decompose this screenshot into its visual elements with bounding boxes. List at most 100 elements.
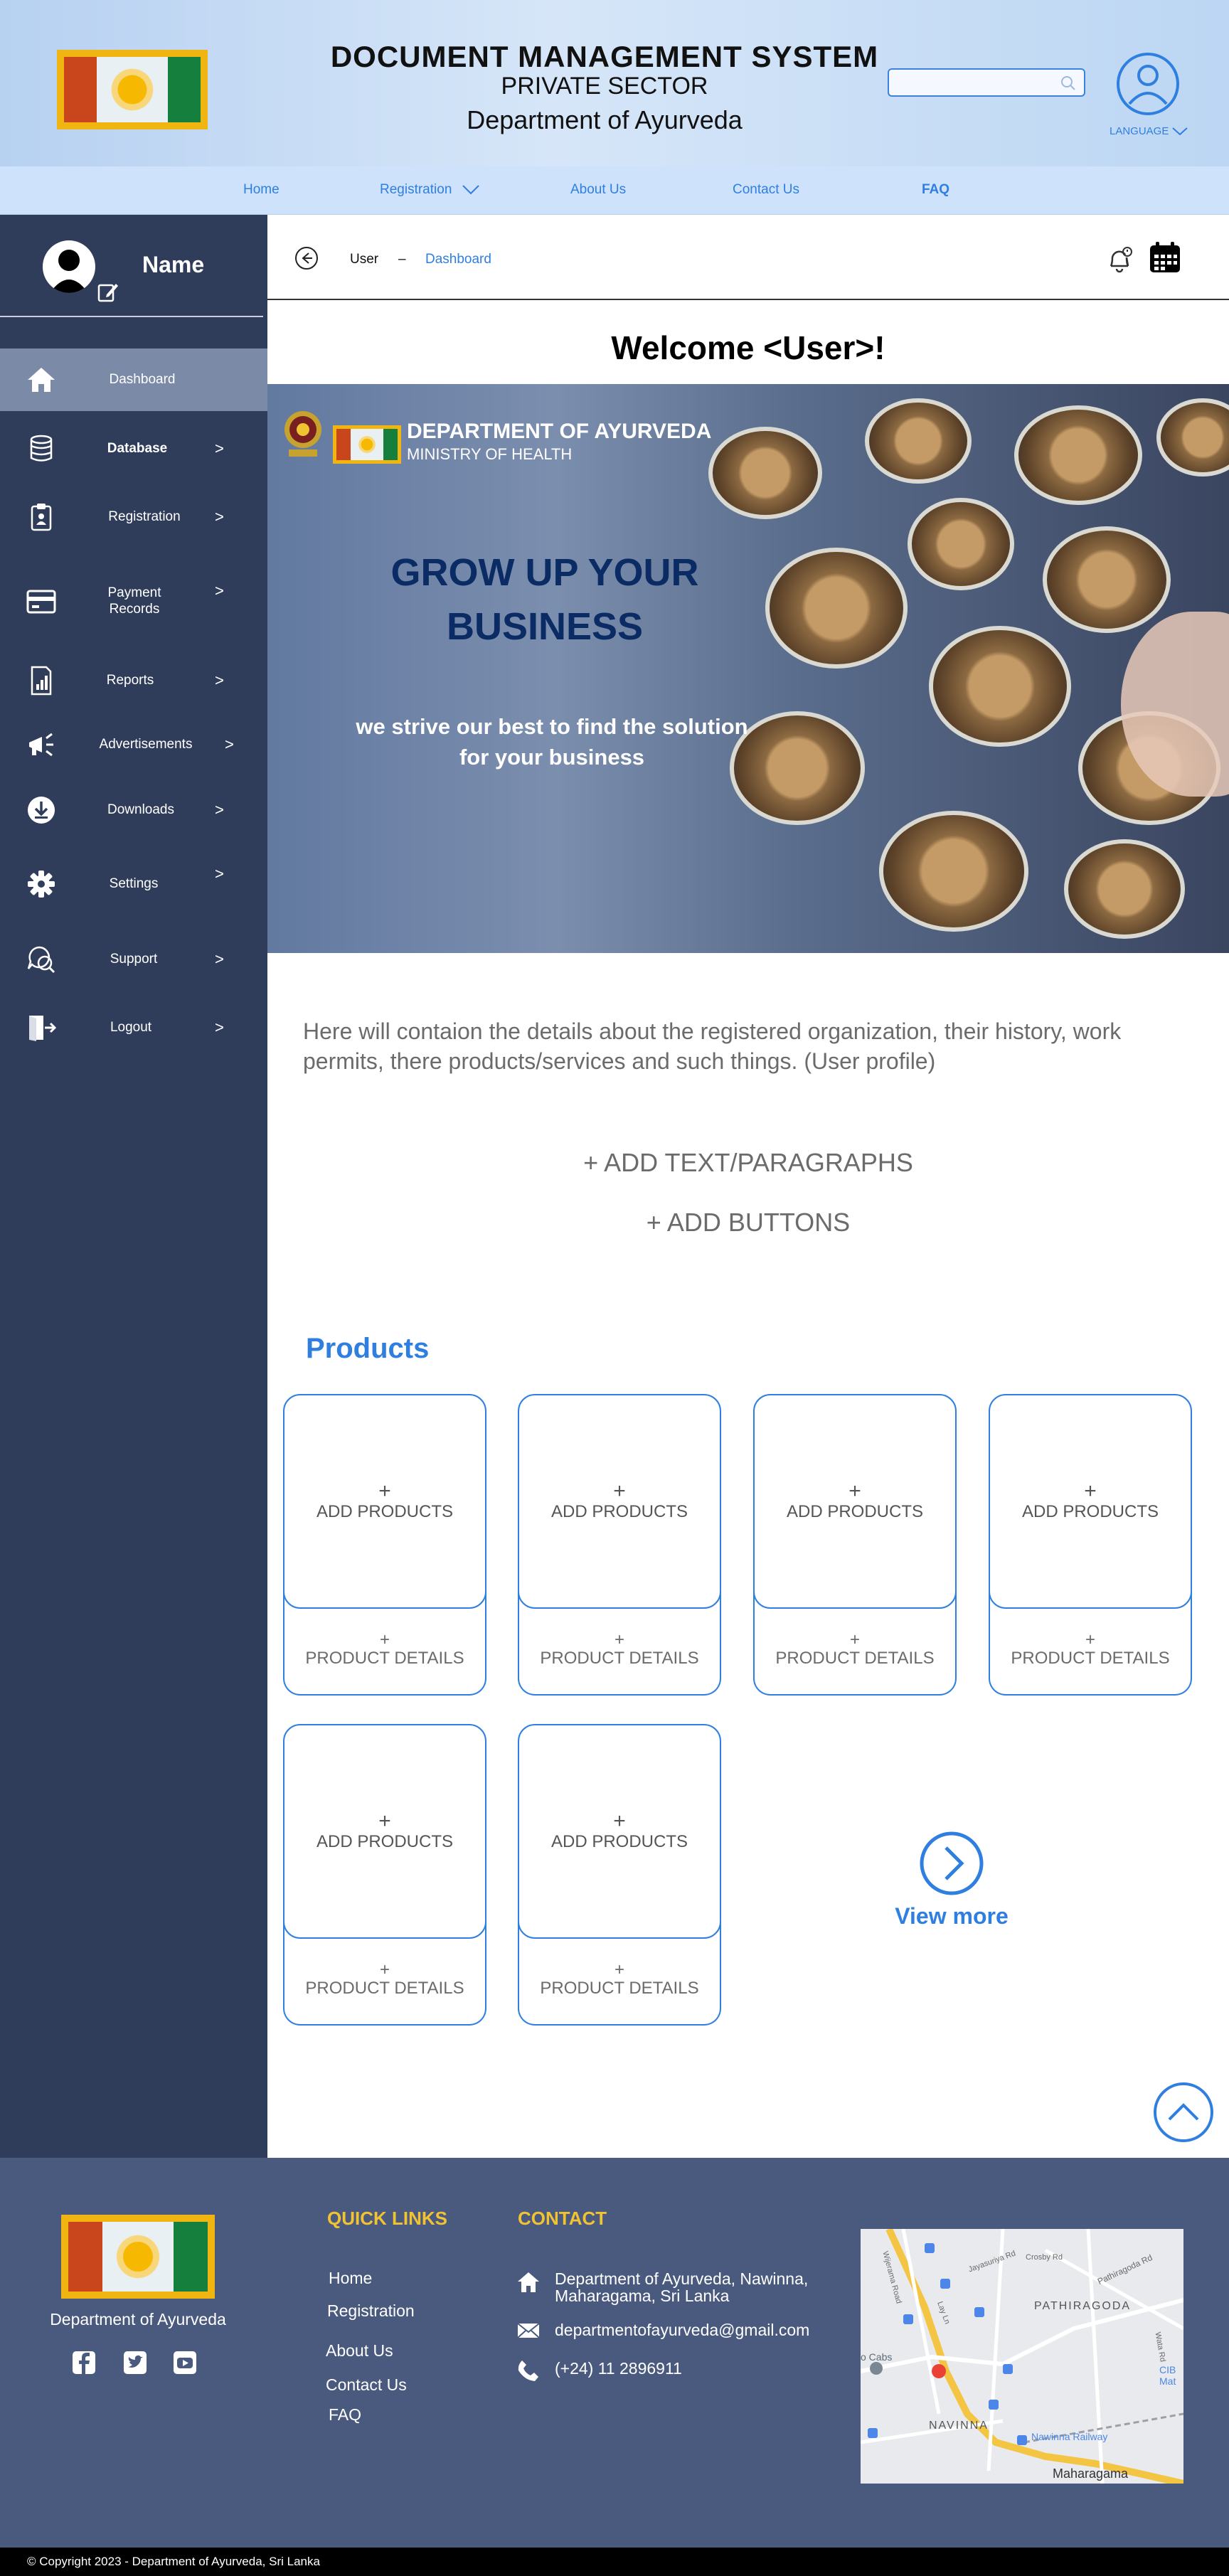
product-card: + ADD PRODUCTS + PRODUCT DETAILS (283, 1724, 486, 2026)
add-product-button[interactable]: + ADD PRODUCTS (518, 1724, 721, 1939)
product-card: + ADD PRODUCTS + PRODUCT DETAILS (518, 1394, 721, 1696)
sidebar-item-downloads[interactable]: Downloads > (0, 794, 267, 826)
plus-icon: + (614, 1960, 624, 1979)
sidebar-item-label: Reports (106, 672, 154, 688)
chevron-down-icon (462, 185, 480, 195)
facebook-icon[interactable] (71, 2350, 97, 2375)
add-product-label: ADD PRODUCTS (550, 1502, 688, 1521)
nav-about[interactable]: About Us (570, 182, 626, 198)
footer-address-line2: Maharagama, Sri Lanka (555, 2287, 730, 2306)
sidebar-item-label: Dashboard (109, 371, 176, 387)
notification-bell-icon[interactable] (1104, 243, 1135, 275)
nav-faq[interactable]: FAQ (922, 182, 949, 198)
nav-contact[interactable]: Contact Us (733, 182, 799, 198)
add-buttons-button[interactable]: + ADD BUTTONS (267, 1208, 1229, 1238)
youtube-icon[interactable] (172, 2350, 198, 2375)
back-arrow-icon[interactable] (294, 246, 319, 270)
flag-logo (333, 425, 401, 464)
add-product-button[interactable]: + ADD PRODUCTS (989, 1394, 1192, 1609)
support-icon (26, 944, 57, 975)
footer-link-home[interactable]: Home (329, 2269, 372, 2288)
product-card: + ADD PRODUCTS + PRODUCT DETAILS (283, 1394, 486, 1696)
sidebar-item-settings[interactable]: Settings > (0, 865, 267, 900)
profile-name: Name (142, 252, 205, 277)
banner-dept: DEPARTMENT OF AYURVEDA (407, 420, 712, 443)
banner-decor (708, 427, 822, 519)
chevron-right-icon: > (215, 671, 224, 689)
breadcrumb-user[interactable]: User (350, 252, 378, 267)
add-product-button[interactable]: + ADD PRODUCTS (518, 1394, 721, 1609)
banner-tagline-line2: for your business (459, 745, 645, 770)
search-box[interactable] (888, 68, 1085, 97)
edit-icon[interactable] (97, 280, 119, 303)
banner-decor (1156, 398, 1229, 477)
plus-icon: + (378, 1479, 391, 1503)
scroll-to-top-icon[interactable] (1152, 2081, 1215, 2144)
chevron-down-icon (1172, 127, 1188, 135)
footer-link-faq[interactable]: FAQ (329, 2405, 361, 2425)
site-header: DOCUMENT MANAGEMENT SYSTEM PRIVATE SECTO… (0, 0, 1229, 166)
product-details-label: PRODUCT DETAILS (1011, 1649, 1170, 1668)
twitter-icon[interactable] (122, 2350, 148, 2375)
add-product-label: ADD PRODUCTS (316, 1832, 453, 1851)
add-product-button[interactable]: + ADD PRODUCTS (283, 1394, 486, 1609)
add-product-button[interactable]: + ADD PRODUCTS (753, 1394, 957, 1609)
map-label: o Cabs (861, 2351, 893, 2363)
chevron-right-circle-icon[interactable] (919, 1831, 984, 1896)
sidebar-item-dashboard[interactable]: Dashboard (0, 348, 267, 411)
banner-headline-line1: GROW UP YOUR (390, 551, 699, 594)
add-text-button[interactable]: + ADD TEXT/PARAGRAPHS (267, 1148, 1229, 1178)
system-subtitle: PRIVATE SECTOR (501, 73, 708, 100)
footer-email[interactable]: departmentofayurveda@gmail.com (555, 2321, 809, 2338)
chevron-right-icon: > (215, 440, 224, 457)
contact-heading: CONTACT (518, 2208, 607, 2229)
sidebar-item-registration[interactable]: Registration > (0, 501, 267, 533)
chevron-right-icon: > (215, 1018, 224, 1036)
sidebar-item-advertisements[interactable]: Advertisements > (0, 728, 267, 761)
chevron-right-icon: > (225, 735, 234, 753)
location-map[interactable]: Wijerama Road Jayasuriya Rd Crosby Rd Pa… (861, 2229, 1183, 2484)
database-icon (26, 433, 57, 464)
sidebar-item-label: Support (110, 951, 158, 967)
email-icon (517, 2323, 540, 2338)
site-footer: Department of Ayurveda QUICK LINKS Home … (0, 2158, 1229, 2548)
footer-link-about[interactable]: About Us (326, 2341, 393, 2361)
sidebar-item-label: Settings (109, 875, 159, 891)
sidebar-item-label: Advertisements (99, 736, 193, 752)
chevron-right-icon: > (215, 950, 224, 968)
sidebar-item-support[interactable]: Support > (0, 943, 267, 976)
view-more-link[interactable]: View more (889, 1903, 1014, 1930)
calendar-icon[interactable] (1148, 240, 1182, 275)
banner-decor (765, 548, 908, 669)
product-details-label: PRODUCT DETAILS (775, 1649, 935, 1668)
sidebar-item-logout[interactable]: Logout > (0, 1011, 267, 1044)
add-product-label: ADD PRODUCTS (786, 1502, 923, 1521)
sidebar-item-reports[interactable]: Reports > (0, 664, 267, 697)
registration-icon (26, 501, 57, 533)
footer-link-registration[interactable]: Registration (327, 2301, 415, 2321)
footer-link-contact[interactable]: Contact Us (326, 2375, 407, 2395)
footer-address-line1: Department of Ayurveda, Nawinna, (555, 2269, 809, 2288)
banner-decor (908, 498, 1014, 590)
language-selector[interactable]: LANGUAGE (1110, 125, 1188, 137)
add-product-button[interactable]: + ADD PRODUCTS (283, 1724, 486, 1939)
hero-banner: DEPARTMENT OF AYURVEDA MINISTRY OF HEALT… (267, 384, 1229, 953)
profile-description: Here will contaion the details about the… (303, 1018, 1122, 1074)
banner-decor (1043, 526, 1171, 633)
nav-home[interactable]: Home (243, 182, 280, 198)
avatar[interactable] (43, 240, 95, 293)
user-account-icon[interactable] (1115, 51, 1181, 117)
search-input[interactable] (889, 70, 1053, 95)
home-icon (518, 2272, 539, 2292)
sidebar-item-database[interactable]: Database > (0, 432, 267, 465)
breadcrumb-current[interactable]: Dashboard (425, 252, 491, 267)
nav-registration[interactable]: Registration (380, 182, 480, 198)
search-icon[interactable] (1060, 75, 1077, 92)
sidebar-item-payment-records[interactable]: Payment Records > (0, 580, 267, 623)
product-details-label: PRODUCT DETAILS (305, 1649, 464, 1668)
national-emblem-icon (284, 411, 321, 457)
map-label: CIB (1159, 2364, 1176, 2375)
plus-icon: + (613, 1479, 626, 1503)
map-label: Nawinna Railway (1031, 2431, 1108, 2442)
product-card: + ADD PRODUCTS + PRODUCT DETAILS (753, 1394, 957, 1696)
